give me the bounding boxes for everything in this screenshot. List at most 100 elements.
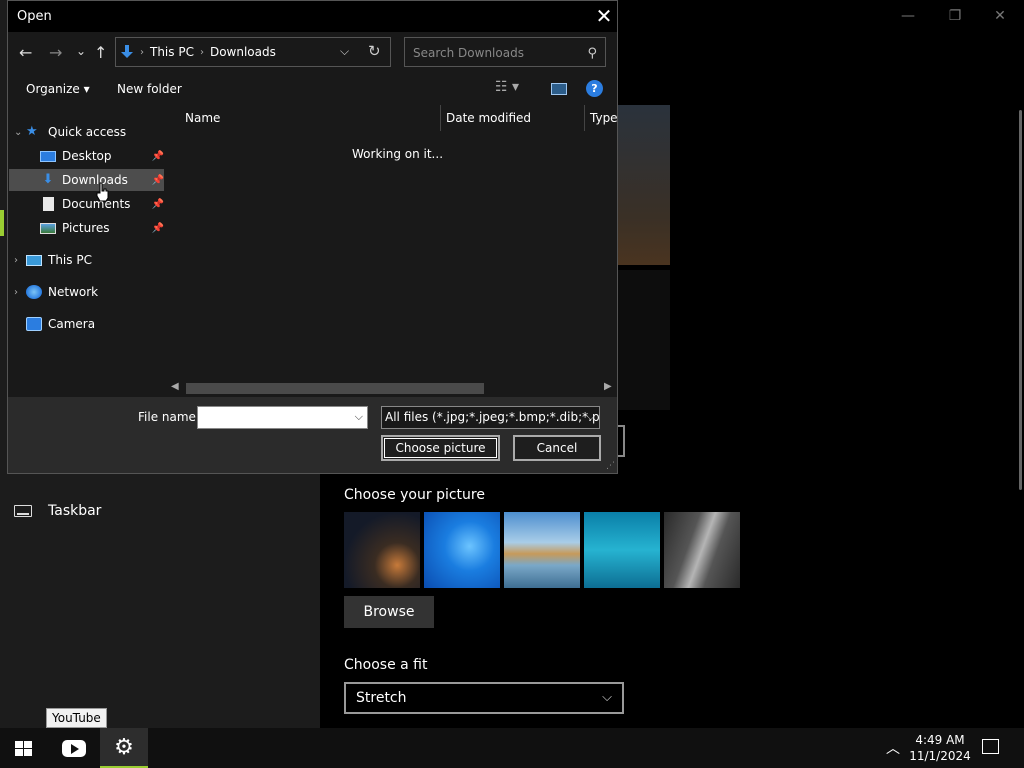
- search-input[interactable]: Search Downloads ⚲: [404, 37, 606, 67]
- resize-grip-icon[interactable]: ⋰: [606, 461, 615, 471]
- nav-this-pc[interactable]: › This PC: [14, 249, 92, 271]
- new-folder-button[interactable]: New folder: [117, 82, 182, 96]
- search-icon: ⚲: [587, 46, 597, 61]
- pictures-icon: [40, 222, 56, 234]
- close-button[interactable]: ✕: [990, 6, 1010, 26]
- sidebar-item-label: Taskbar: [48, 503, 102, 519]
- pin-icon[interactable]: 📌: [152, 151, 164, 162]
- back-arrow-icon[interactable]: ←: [19, 43, 32, 62]
- pin-icon[interactable]: 📌: [152, 223, 164, 234]
- horizontal-scrollbar[interactable]: ◀ ▶: [166, 379, 617, 397]
- thumbnail-beach-rocks[interactable]: [504, 512, 580, 588]
- file-name-label: File name:: [138, 410, 200, 424]
- picture-thumbnails: [344, 512, 740, 588]
- scroll-right-icon[interactable]: ▶: [604, 381, 612, 392]
- nav-quick-access[interactable]: ⌄ ★ Quick access: [14, 121, 126, 143]
- recent-locations-icon[interactable]: ⌄: [76, 44, 86, 58]
- dialog-footer: File name: ⌵ All files (*.jpg;*.jpeg;*.b…: [8, 397, 617, 473]
- nav-label: Downloads: [62, 173, 128, 187]
- breadcrumb-downloads[interactable]: Downloads: [210, 45, 276, 59]
- settings-field-edge: [617, 425, 625, 457]
- nav-label: Pictures: [62, 221, 110, 235]
- youtube-icon: [62, 739, 86, 757]
- documents-icon: [43, 197, 54, 211]
- nav-label: Desktop: [62, 149, 112, 163]
- choose-picture-heading: Choose your picture: [344, 487, 485, 503]
- chevron-down-icon[interactable]: ⌵: [355, 410, 363, 424]
- pin-icon[interactable]: 📌: [152, 175, 164, 186]
- choose-fit-heading: Choose a fit: [344, 657, 428, 673]
- column-header-name[interactable]: Name: [185, 111, 220, 125]
- clock-date: 11/1/2024: [909, 749, 971, 763]
- scroll-left-icon[interactable]: ◀: [171, 381, 179, 392]
- nav-item-pictures[interactable]: Pictures 📌: [40, 217, 164, 239]
- choose-picture-button[interactable]: Choose picture: [381, 435, 500, 461]
- system-clock[interactable]: 4:49 AM 11/1/2024: [908, 732, 972, 764]
- desktop-icon: [40, 150, 56, 162]
- desktop-preview-frame: [615, 270, 670, 410]
- column-header-type[interactable]: Type: [590, 111, 618, 125]
- settings-scrollbar[interactable]: [1019, 110, 1022, 490]
- file-type-select[interactable]: All files (*.jpg;*.jpeg;*.bmp;*.dib;*.pn…: [381, 406, 600, 429]
- breadcrumb-this-pc[interactable]: This PC: [150, 45, 194, 59]
- up-arrow-icon[interactable]: ↑: [94, 43, 107, 62]
- chevron-right-icon[interactable]: ›: [14, 255, 26, 266]
- organize-button[interactable]: Organize ▾: [26, 82, 90, 96]
- chevron-down-icon: ▾: [83, 82, 90, 96]
- file-name-input[interactable]: ⌵: [197, 406, 368, 429]
- windows-start-icon[interactable]: [15, 741, 33, 757]
- nav-network[interactable]: › Network: [14, 281, 98, 303]
- star-icon: ★: [26, 124, 38, 139]
- breadcrumb-separator: ›: [140, 46, 144, 58]
- selected-nav-indicator: [0, 210, 4, 236]
- thumbnail-rock-cliff[interactable]: [664, 512, 740, 588]
- refresh-icon[interactable]: ↻: [368, 42, 381, 60]
- close-icon[interactable]: ✕: [592, 3, 616, 29]
- file-type-value: All files (*.jpg;*.jpeg;*.bmp;*.dib;*.pn…: [385, 410, 600, 424]
- taskbar-settings[interactable]: ⚙: [100, 728, 148, 768]
- nav-label: Network: [48, 285, 99, 299]
- taskbar-youtube[interactable]: [50, 728, 98, 768]
- downloads-icon: ⬇: [42, 172, 54, 187]
- column-header-date-modified[interactable]: Date modified: [446, 111, 531, 125]
- desktop-preview: [615, 105, 670, 265]
- minimize-button[interactable]: —: [898, 6, 918, 26]
- fit-value: Stretch: [356, 690, 407, 706]
- forward-arrow-icon[interactable]: →: [49, 43, 62, 62]
- restore-button[interactable]: ❐: [945, 6, 965, 26]
- thumbnail-windows-blue[interactable]: [424, 512, 500, 588]
- pin-icon[interactable]: 📌: [152, 199, 164, 210]
- column-divider[interactable]: [584, 105, 585, 131]
- column-divider[interactable]: [440, 105, 441, 131]
- cancel-button[interactable]: Cancel: [513, 435, 601, 461]
- help-icon[interactable]: ?: [586, 80, 603, 97]
- chevron-down-icon[interactable]: ⌵: [340, 44, 349, 59]
- navigation-pane: ⌄ ★ Quick access Desktop 📌 ⬇ Downloads 📌…: [8, 105, 166, 397]
- network-icon: [26, 285, 42, 299]
- nav-item-desktop[interactable]: Desktop 📌: [40, 145, 164, 167]
- browse-button[interactable]: Browse: [344, 596, 434, 628]
- thumbnail-milky-way-tent[interactable]: [344, 512, 420, 588]
- preview-pane-icon[interactable]: [551, 83, 567, 95]
- fit-dropdown[interactable]: Stretch ⌵: [344, 682, 624, 714]
- view-options-icon[interactable]: ☷ ▾: [495, 79, 519, 95]
- hand-cursor-icon: [96, 182, 109, 202]
- chevron-down-icon: ▾: [512, 79, 520, 95]
- scrollbar-thumb[interactable]: [186, 383, 484, 394]
- address-bar[interactable]: › This PC › Downloads ⌵ ↻: [115, 37, 391, 67]
- gear-icon: ⚙: [114, 734, 134, 760]
- sidebar-item-taskbar[interactable]: Taskbar: [14, 503, 101, 519]
- youtube-tooltip: YouTube: [46, 708, 107, 728]
- camera-icon: [26, 317, 42, 331]
- chevron-down-icon[interactable]: ⌄: [14, 127, 26, 138]
- open-file-dialog: Open ✕ ← → ⌄ ↑ › This PC › Downloads ⌵ ↻…: [7, 0, 618, 474]
- thumbnail-underwater-swimmer[interactable]: [584, 512, 660, 588]
- command-bar: Organize ▾ New folder ☷ ▾ ?: [8, 73, 617, 105]
- chevron-right-icon[interactable]: ›: [14, 287, 26, 298]
- notification-icon[interactable]: [982, 739, 999, 754]
- nav-label: Camera: [48, 317, 96, 331]
- nav-camera[interactable]: Camera: [14, 313, 95, 335]
- search-placeholder: Search Downloads: [413, 46, 524, 60]
- chevron-up-icon[interactable]: ︿: [886, 738, 900, 758]
- organize-label: Organize: [26, 82, 80, 96]
